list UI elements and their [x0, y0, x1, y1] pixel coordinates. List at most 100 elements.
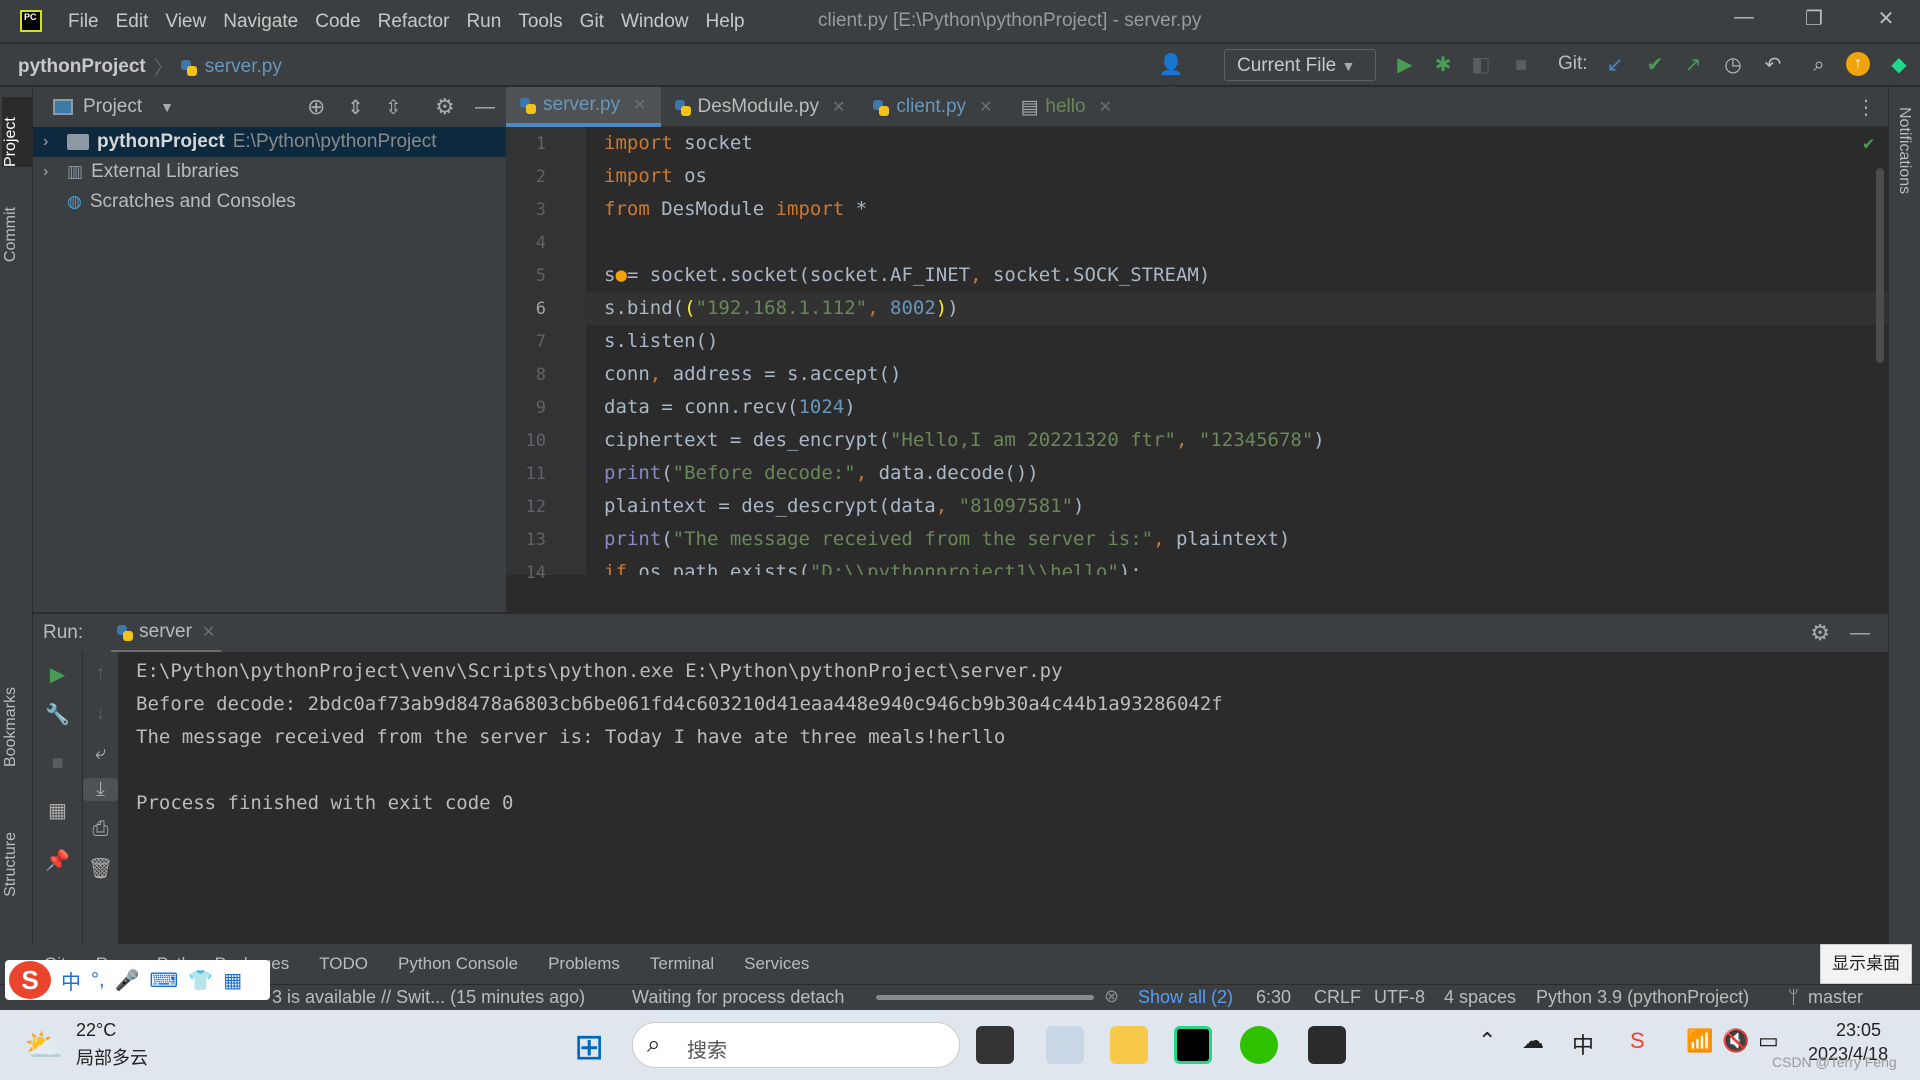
- gear-icon[interactable]: ⚙: [1810, 620, 1830, 646]
- wifi-icon[interactable]: 📶: [1686, 1028, 1713, 1054]
- hide-panel-icon[interactable]: —: [475, 96, 495, 119]
- tab-client-py[interactable]: client.py ✕: [859, 87, 1006, 127]
- arrow-down-icon[interactable]: ↓: [83, 702, 118, 725]
- breadcrumb-project[interactable]: pythonProject: [18, 56, 146, 78]
- no-problems-check-icon[interactable]: ✔: [1863, 133, 1874, 154]
- hide-panel-icon[interactable]: —: [1850, 622, 1870, 645]
- debug-icon[interactable]: ✱: [1430, 52, 1456, 78]
- tree-item-external-libraries[interactable]: › ▥ External Libraries: [33, 157, 506, 187]
- chevron-right-icon[interactable]: ›: [43, 163, 67, 181]
- menu-git[interactable]: Git: [580, 11, 604, 33]
- breadcrumb-file[interactable]: server.py: [205, 56, 282, 78]
- windows-start-icon[interactable]: ⊞: [574, 1026, 604, 1068]
- close-icon[interactable]: ✕: [1099, 97, 1112, 117]
- clock-time[interactable]: 23:05: [1836, 1020, 1881, 1041]
- tool-tab-structure[interactable]: Structure: [2, 832, 20, 897]
- run-icon[interactable]: ▶: [1392, 52, 1418, 78]
- ime-mode[interactable]: 中: [61, 966, 81, 995]
- close-icon[interactable]: ✕: [979, 97, 992, 117]
- menu-code[interactable]: Code: [315, 11, 360, 33]
- search-icon[interactable]: ⌕: [1806, 52, 1832, 78]
- code-editor[interactable]: import socket import os from DesModule i…: [586, 127, 1888, 575]
- wrench-icon[interactable]: 🔧: [33, 702, 82, 727]
- locate-icon[interactable]: ⊕: [307, 94, 325, 120]
- tab-hello[interactable]: ▤ hello ✕: [1006, 87, 1126, 127]
- terminal-icon[interactable]: [1308, 1026, 1346, 1064]
- sogou-tray-icon[interactable]: S: [1630, 1028, 1645, 1054]
- sogou-logo-icon[interactable]: S: [9, 961, 51, 999]
- cancel-progress-icon[interactable]: ⊗: [1104, 986, 1119, 1007]
- notepad-icon[interactable]: [1046, 1026, 1084, 1064]
- stop-icon[interactable]: ■: [1508, 52, 1534, 78]
- menu-refactor[interactable]: Refactor: [378, 11, 450, 33]
- volume-muted-icon[interactable]: 🔇: [1722, 1028, 1749, 1054]
- scroll-to-end-icon[interactable]: ⤓: [83, 778, 118, 801]
- battery-icon[interactable]: ▭: [1758, 1028, 1779, 1054]
- menu-edit[interactable]: Edit: [116, 11, 149, 33]
- tool-tab-python-console[interactable]: Python Console: [398, 954, 518, 974]
- git-branch[interactable]: master: [1808, 987, 1863, 1008]
- git-commit-icon[interactable]: ✔: [1642, 52, 1668, 78]
- tool-tab-notifications[interactable]: Notifications: [1895, 107, 1913, 194]
- tool-tab-commit[interactable]: Commit: [2, 207, 20, 262]
- stop-icon[interactable]: ■: [33, 752, 82, 775]
- indent-setting[interactable]: 4 spaces: [1444, 987, 1516, 1008]
- weather-temp[interactable]: 22°C: [76, 1020, 116, 1041]
- status-message[interactable]: 3 is available // Swit... (15 minutes ag…: [272, 987, 585, 1008]
- user-icon[interactable]: 👤▾: [1158, 52, 1184, 102]
- menu-tools[interactable]: Tools: [518, 11, 562, 33]
- show-all-link[interactable]: Show all (2): [1138, 987, 1233, 1008]
- jetbrains-ai-icon[interactable]: ◆: [1886, 52, 1912, 78]
- close-icon[interactable]: ✕: [633, 95, 646, 115]
- menu-help[interactable]: Help: [706, 11, 745, 33]
- update-icon[interactable]: ↑: [1846, 52, 1870, 76]
- close-button[interactable]: ✕: [1866, 6, 1906, 36]
- punctuation-icon[interactable]: °,: [91, 969, 105, 992]
- skin-icon[interactable]: 👕: [188, 968, 213, 993]
- gear-icon[interactable]: ⚙: [435, 94, 455, 120]
- weather-icon[interactable]: ⛅: [24, 1026, 64, 1064]
- toolbox-icon[interactable]: ▦: [223, 968, 242, 993]
- ime-tray-icon[interactable]: 中: [1572, 1028, 1594, 1060]
- project-panel-title[interactable]: Project: [83, 96, 142, 118]
- run-config-select[interactable]: Current File ▼: [1224, 49, 1376, 81]
- soft-wrap-icon[interactable]: ⤶: [83, 742, 118, 765]
- close-icon[interactable]: ✕: [832, 97, 845, 117]
- tool-tab-todo[interactable]: TODO: [319, 954, 368, 974]
- line-separator[interactable]: CRLF: [1314, 987, 1361, 1008]
- tool-tab-project[interactable]: Project: [2, 97, 32, 167]
- chevron-up-icon[interactable]: ⌃: [1478, 1028, 1496, 1054]
- weather-desc[interactable]: 局部多云: [76, 1044, 148, 1070]
- tool-tab-bookmarks[interactable]: Bookmarks: [2, 687, 20, 767]
- menu-file[interactable]: File: [68, 11, 99, 33]
- expand-all-icon[interactable]: ⇕: [347, 95, 364, 120]
- taskbar-search[interactable]: ⌕ 搜索: [632, 1022, 960, 1068]
- restore-button[interactable]: ❐: [1794, 6, 1834, 36]
- tab-desmodule-py[interactable]: DesModule.py ✕: [661, 87, 860, 127]
- tool-tab-services[interactable]: Services: [744, 954, 809, 974]
- collapse-all-icon[interactable]: ⇳: [385, 95, 402, 120]
- tool-tab-problems[interactable]: Problems: [548, 954, 620, 974]
- python-interpreter[interactable]: Python 3.9 (pythonProject): [1536, 987, 1749, 1008]
- run-tab-server[interactable]: server ✕: [111, 613, 222, 653]
- chevron-down-icon[interactable]: ▼: [160, 99, 174, 115]
- coverage-icon[interactable]: ◧: [1468, 52, 1494, 78]
- menu-view[interactable]: View: [165, 11, 206, 33]
- rerun-icon[interactable]: ▶: [33, 662, 82, 687]
- minimize-button[interactable]: —: [1724, 6, 1764, 36]
- caret-position[interactable]: 6:30: [1256, 987, 1291, 1008]
- menu-navigate[interactable]: Navigate: [223, 11, 298, 33]
- close-icon[interactable]: ✕: [202, 622, 215, 642]
- layout-icon[interactable]: ▦: [33, 798, 82, 823]
- onedrive-icon[interactable]: ☁: [1522, 1028, 1544, 1054]
- trash-icon[interactable]: 🗑: [83, 856, 118, 881]
- pin-icon[interactable]: 📌: [33, 848, 82, 873]
- tree-item-scratches[interactable]: ◍ Scratches and Consoles: [33, 187, 506, 217]
- tool-tab-terminal[interactable]: Terminal: [650, 954, 714, 974]
- git-push-icon[interactable]: ↗: [1680, 52, 1706, 78]
- wechat-icon[interactable]: [1240, 1026, 1278, 1064]
- menu-window[interactable]: Window: [621, 11, 689, 33]
- chevron-right-icon[interactable]: ›: [43, 133, 67, 151]
- git-update-icon[interactable]: ↙: [1602, 52, 1628, 78]
- editor-scrollbar[interactable]: [1876, 168, 1884, 363]
